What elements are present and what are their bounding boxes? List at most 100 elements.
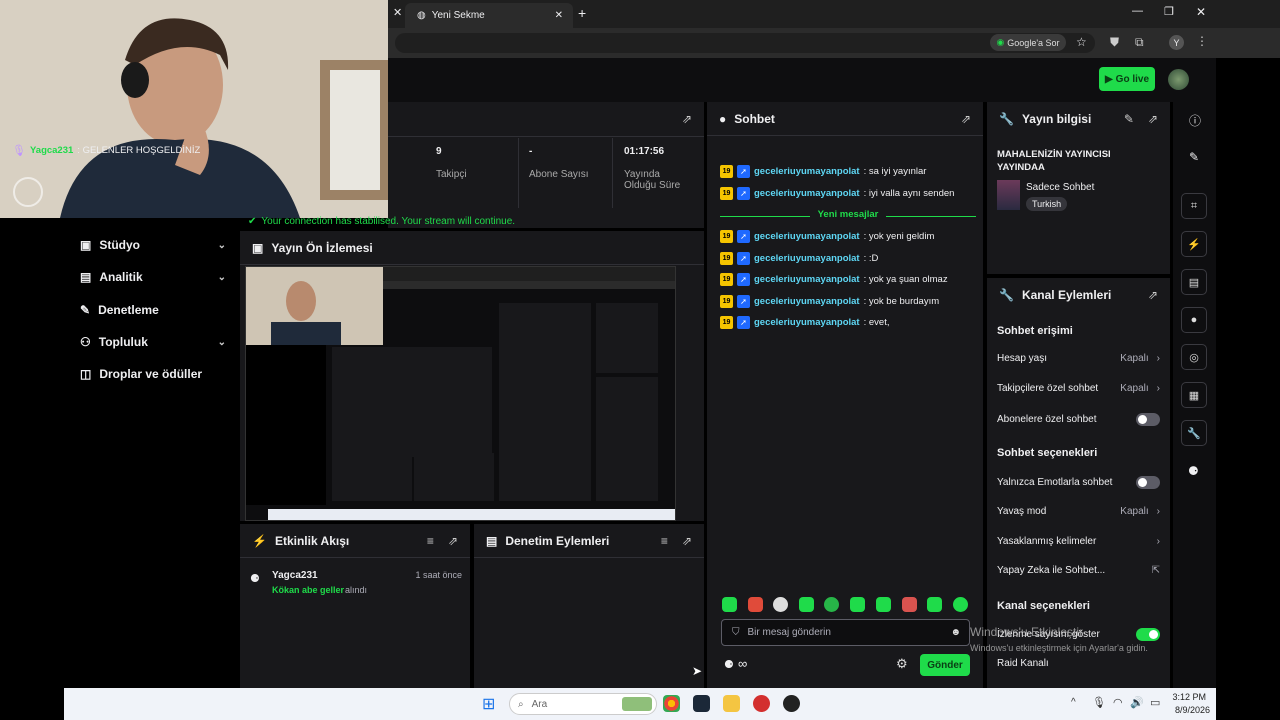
emote-icon[interactable] xyxy=(902,597,917,612)
file-explorer-icon[interactable] xyxy=(723,695,740,712)
emote-icon[interactable] xyxy=(748,597,763,612)
chat-username[interactable]: geceleriuyumayanpolat xyxy=(754,231,860,242)
menu-kebab-icon[interactable]: ⋮ xyxy=(1196,34,1208,48)
nav-item-studio[interactable]: ▣ Stüdyo ⌄ xyxy=(80,232,226,258)
minimize-icon[interactable]: — xyxy=(1132,5,1143,17)
emote-icon[interactable] xyxy=(799,597,814,612)
extensions-icon[interactable]: ⧉ xyxy=(1135,35,1144,50)
emote-icon[interactable] xyxy=(850,597,865,612)
emotes-only-toggle[interactable] xyxy=(1136,476,1160,489)
edit-pencil-icon[interactable]: ✎ xyxy=(1189,150,1199,164)
star-icon[interactable]: ☆ xyxy=(1076,35,1087,49)
popout-icon[interactable]: ⇗ xyxy=(1148,112,1158,126)
category-name[interactable]: Sadece Sohbet xyxy=(1026,182,1094,193)
mod-actions-panel: ▤ Denetim Eylemleri ≡ ⇗ xyxy=(474,524,704,688)
bolt-icon[interactable]: ⚡ xyxy=(1181,231,1207,257)
emoji-icon[interactable]: ☻ xyxy=(950,627,961,638)
prime-badge-icon: ➚ xyxy=(737,273,750,286)
info-icon[interactable]: ⓘ xyxy=(1189,112,1201,129)
emote-icon[interactable] xyxy=(876,597,891,612)
nav-item-drops[interactable]: ◫ Droplar ve ödüller xyxy=(80,361,226,387)
chat-username[interactable]: geceleriuyumayanpolat xyxy=(754,253,860,264)
obs-icon[interactable] xyxy=(783,695,800,712)
stream-title: MAHALENİZİN YAYINCISI YAYINDAA xyxy=(997,149,1111,173)
slow-mode-row[interactable]: Yavaş mod Kapalı › xyxy=(997,506,1160,517)
chat-bubble-icon[interactable]: ● xyxy=(1181,307,1207,333)
chevron-down-icon: ⌄ xyxy=(217,336,226,348)
windows-start-icon[interactable]: ⊞ xyxy=(482,694,495,714)
nav-item-analytics[interactable]: ▤ Analitik ⌄ xyxy=(80,264,226,290)
followers-only-row[interactable]: Takipçilere özel sohbet Kapalı › xyxy=(997,383,1160,394)
subscriber-badge-icon: 19 xyxy=(720,316,733,329)
chevron-up-icon[interactable]: ^ xyxy=(1071,697,1076,708)
subs-only-toggle[interactable] xyxy=(1136,413,1160,426)
send-button[interactable]: Gönder xyxy=(920,654,970,676)
chat-bubble-icon: ● xyxy=(719,111,727,126)
ask-google-button[interactable]: ◉ Google'a Sor xyxy=(990,34,1066,51)
filter-icon[interactable]: ≡ xyxy=(427,534,434,548)
popout-icon[interactable]: ⇗ xyxy=(961,112,971,126)
taskbar-search-placeholder: Ara xyxy=(531,698,548,710)
close-icon[interactable]: ✕ xyxy=(393,6,402,19)
chat-input[interactable]: ⛉ Bir mesaj gönderin ☻ xyxy=(721,619,970,646)
tab-close-icon[interactable]: ✕ xyxy=(555,10,563,21)
tag-chip[interactable]: Turkish xyxy=(1026,197,1068,211)
popout-icon[interactable]: ⇗ xyxy=(448,534,458,548)
chat-username[interactable]: geceleriuyumayanpolat xyxy=(754,274,860,285)
chat-username[interactable]: geceleriuyumayanpolat xyxy=(754,188,860,199)
wifi-icon[interactable]: ◠ xyxy=(1113,696,1123,709)
emote-icon[interactable] xyxy=(824,597,839,612)
emote-icon[interactable] xyxy=(927,597,942,612)
battery-icon[interactable]: ▭ xyxy=(1150,696,1160,709)
mouse-cursor-icon: ➤ xyxy=(692,664,703,678)
avatar[interactable] xyxy=(1168,69,1189,90)
microphone-icon[interactable]: 🎙 xyxy=(1092,696,1106,709)
emote-icon[interactable] xyxy=(953,597,968,612)
settings-gear-icon[interactable]: ⚙ xyxy=(896,656,908,672)
layout-icon[interactable]: ▦ xyxy=(1181,382,1207,408)
steam-icon[interactable] xyxy=(693,695,710,712)
stat-followers: 9 Takipçi xyxy=(436,146,467,180)
window-close-icon[interactable]: ✕ xyxy=(1196,5,1206,19)
community-points-icon[interactable]: ⚈ xyxy=(724,658,734,671)
chat-username[interactable]: geceleriuyumayanpolat xyxy=(754,296,860,307)
shield-icon[interactable]: ⛊ xyxy=(1110,35,1119,50)
stream-preview-image[interactable] xyxy=(245,266,676,521)
wrench-icon[interactable]: 🔧 xyxy=(1181,420,1207,446)
go-live-button[interactable]: ▶ Go live xyxy=(1099,67,1155,91)
chat-username[interactable]: geceleriuyumayanpolat xyxy=(754,166,860,177)
edit-pencil-icon[interactable]: ✎ xyxy=(1124,112,1134,126)
profile-icon[interactable]: Y xyxy=(1169,35,1184,50)
chrome-icon[interactable] xyxy=(663,695,680,712)
raid-row[interactable]: Raid Kanalı xyxy=(997,658,1160,669)
emote-icon[interactable] xyxy=(722,597,737,612)
chat-username[interactable]: geceleriuyumayanpolat xyxy=(754,317,860,328)
popout-icon[interactable]: ⇗ xyxy=(682,534,692,548)
nav-item-community[interactable]: ⚇ Topluluk ⌄ xyxy=(80,329,226,355)
activity-item: ⚈ Yagca231 1 saat önce Kökan abe geller … xyxy=(250,568,462,598)
community-icon[interactable]: ⚈ xyxy=(1188,464,1199,478)
account-age-row[interactable]: Hesap yaşı Kapalı › xyxy=(997,353,1160,364)
browser-tab[interactable]: ◍ Yeni Sekme ✕ xyxy=(405,3,573,28)
new-tab-icon[interactable]: + xyxy=(578,5,586,21)
document-icon[interactable]: ▤ xyxy=(1181,269,1207,295)
emote-icon[interactable] xyxy=(773,597,788,612)
taskbar-date[interactable]: 8/9/2026 xyxy=(1166,705,1210,715)
volume-icon[interactable]: 🔊 xyxy=(1130,696,1144,709)
taskbar-search[interactable]: ⌕ Ara xyxy=(509,693,657,715)
chat-username[interactable]: Yagca231 xyxy=(30,145,73,156)
ai-chat-row[interactable]: Yapay Zeka ile Sohbet... ⇱ xyxy=(997,565,1160,576)
chat-input-placeholder: Bir mesaj gönderin xyxy=(747,627,831,638)
chat-text: : iyi valla aynı senden xyxy=(863,188,955,199)
broadcast-icon[interactable]: ◎ xyxy=(1181,344,1207,370)
infinity-icon[interactable]: ∞ xyxy=(738,656,747,671)
popout-icon[interactable]: ⇗ xyxy=(682,112,692,126)
maximize-icon[interactable]: ❐ xyxy=(1164,5,1174,18)
nav-item-moderation[interactable]: ✎ Denetleme xyxy=(80,297,226,323)
banned-words-row[interactable]: Yasaklanmış kelimeler › xyxy=(997,536,1160,547)
taskbar-time[interactable]: 3:12 PM xyxy=(1170,692,1206,702)
app-icon[interactable] xyxy=(753,695,770,712)
filter-icon[interactable]: ≡ xyxy=(661,534,668,548)
clip-icon[interactable]: ⌗ xyxy=(1181,193,1207,219)
popout-icon[interactable]: ⇗ xyxy=(1148,288,1158,302)
